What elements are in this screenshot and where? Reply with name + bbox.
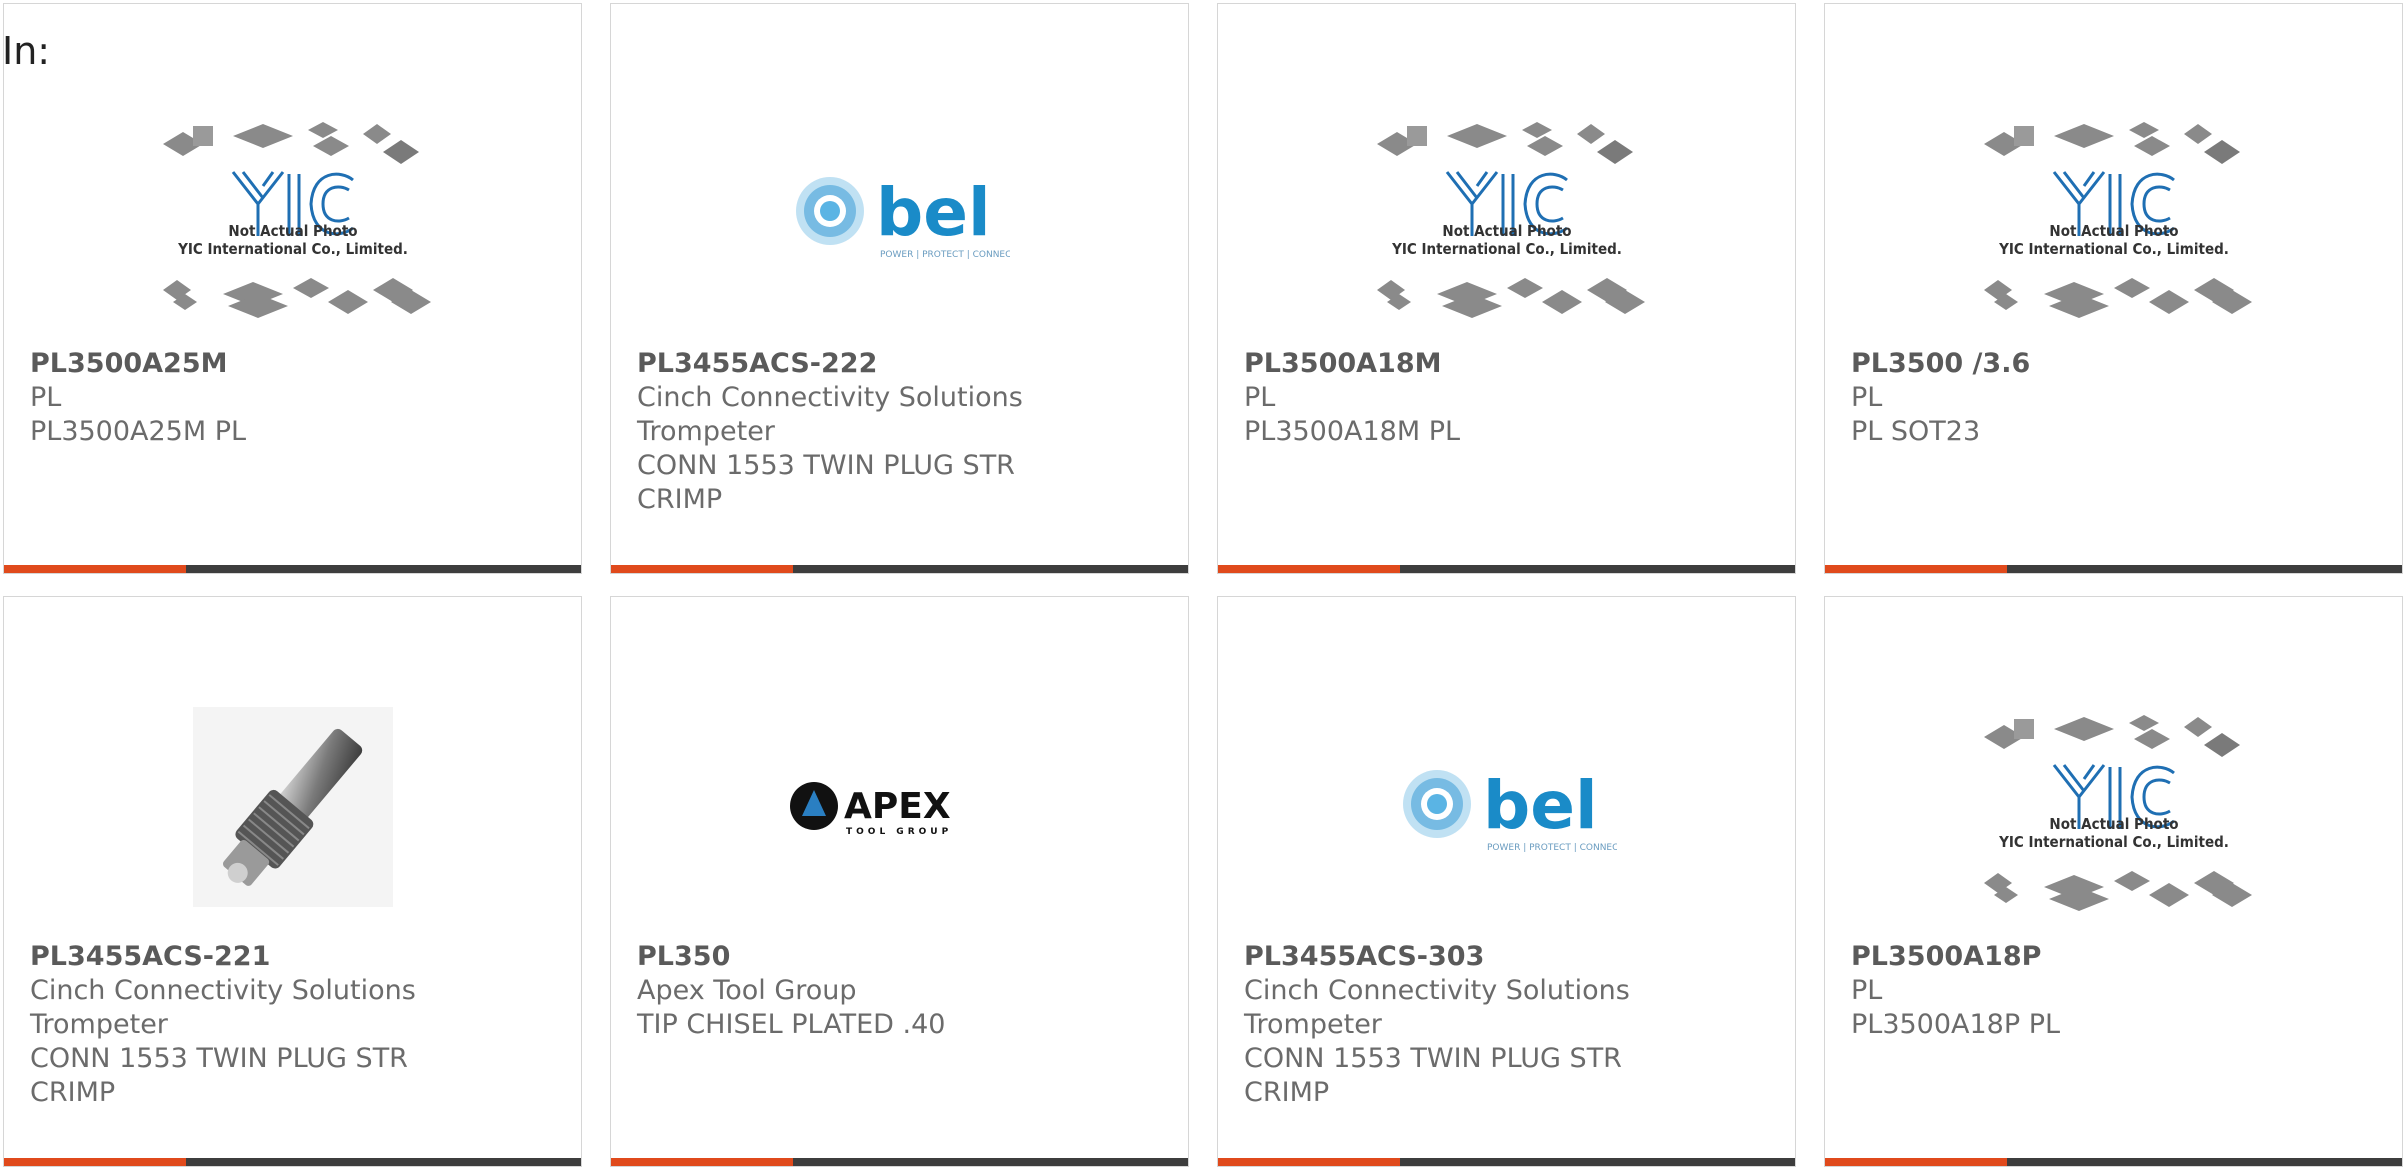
yic-placeholder-image: Not Actual Photo YIC International Co., … [153, 94, 433, 334]
product-image-placeholder[interactable]: Not Actual Photo YIC International Co., … [1915, 74, 2313, 354]
bel-logo-tagline: POWER | PROTECT | CONNECT [1487, 843, 1617, 853]
caption-line: YIC International Co., Limited. [1999, 833, 2229, 851]
product-details: PL3455ACS-222 Cinch Connectivity Solutio… [637, 347, 1168, 517]
product-grid: Not Actual Photo YIC International Co., … [3, 3, 2403, 1167]
product-card[interactable]: Not Actual Photo YIC International Co., … [1824, 3, 2403, 574]
part-number-link[interactable]: PL3455ACS-303 [1244, 940, 1775, 974]
chip-cluster-icon [1984, 122, 2252, 318]
product-details: PL3500 /3.6 PL PL SOT23 [1851, 347, 2382, 449]
manufacturer: PL [30, 382, 62, 413]
description: CONN 1553 TWIN PLUG STR [1244, 1043, 1622, 1074]
card-footer-accent [4, 565, 186, 573]
connector-photo [193, 707, 393, 907]
card-footer-accent [1218, 565, 1400, 573]
manufacturer: Cinch Connectivity Solutions [637, 382, 1023, 413]
product-card[interactable]: APEX TOOL GROUP PL350 Apex Tool Group TI… [610, 596, 1189, 1167]
yic-placeholder-image: Not Actual Photo YIC International Co., … [1367, 94, 1647, 334]
product-details: PL350 Apex Tool Group TIP CHISEL PLATED … [637, 940, 1168, 1042]
manufacturer: Cinch Connectivity Solutions [1244, 975, 1630, 1006]
product-image-apex[interactable]: APEX TOOL GROUP [701, 667, 1099, 947]
caption-line: Not Actual Photo [228, 222, 358, 240]
product-details: PL3455ACS-303 Cinch Connectivity Solutio… [1244, 940, 1775, 1110]
part-number-link[interactable]: PL3500A18P [1851, 940, 2382, 974]
placeholder-caption: Not Actual Photo YIC International Co., … [1974, 222, 2254, 258]
part-number-link[interactable]: PL3500 /3.6 [1851, 347, 2382, 381]
product-image-placeholder[interactable]: Not Actual Photo YIC International Co., … [94, 74, 492, 354]
card-footer-accent [1825, 1158, 2007, 1166]
manufacturer: PL [1851, 975, 1883, 1006]
product-card[interactable]: PL3455ACS-221 Cinch Connectivity Solutio… [3, 596, 582, 1167]
product-card[interactable]: Not Actual Photo YIC International Co., … [1824, 596, 2403, 1167]
part-number-link[interactable]: PL350 [637, 940, 1168, 974]
placeholder-caption: Not Actual Photo YIC International Co., … [1367, 222, 1647, 258]
chip-cluster-icon [1377, 122, 1645, 318]
connector-icon [193, 707, 393, 907]
bel-logo-icon: bel POWER | PROTECT | CONNECT [1403, 767, 1617, 853]
card-footer-accent [611, 1158, 793, 1166]
bel-logo-icon: bel POWER | PROTECT | CONNECT [796, 174, 1010, 260]
card-footer-accent [1825, 565, 2007, 573]
manufacturer: Cinch Connectivity Solutions [30, 975, 416, 1006]
part-number-link[interactable]: PL3455ACS-221 [30, 940, 561, 974]
placeholder-caption: Not Actual Photo YIC International Co., … [153, 222, 433, 258]
caption-line: YIC International Co., Limited. [178, 240, 408, 258]
description: PL3500A18P PL [1851, 1009, 2061, 1040]
manufacturer-sub: Trompeter [30, 1009, 168, 1040]
chip-cluster-icon [1984, 715, 2252, 911]
card-footer-accent [611, 565, 793, 573]
manufacturer-sub: Trompeter [1244, 1009, 1382, 1040]
manufacturer: Apex Tool Group [637, 975, 857, 1006]
bel-logo-text: bel [876, 174, 991, 251]
apex-logo-icon: APEX TOOL GROUP [790, 782, 952, 837]
manufacturer: PL [1851, 382, 1883, 413]
description: CRIMP [1244, 1077, 1330, 1108]
page-label: In: [2, 29, 51, 73]
part-number-link[interactable]: PL3500A18M [1244, 347, 1775, 381]
description: CRIMP [637, 484, 723, 515]
manufacturer: PL [1244, 382, 1276, 413]
caption-line: YIC International Co., Limited. [1392, 240, 1622, 258]
description: PL3500A18M PL [1244, 416, 1461, 447]
yic-placeholder-image: Not Actual Photo YIC International Co., … [1974, 687, 2254, 927]
caption-line: Not Actual Photo [2049, 222, 2179, 240]
product-image-placeholder[interactable]: Not Actual Photo YIC International Co., … [1915, 667, 2313, 947]
caption-line: YIC International Co., Limited. [1999, 240, 2229, 258]
chip-cluster-icon [163, 122, 431, 318]
caption-line: Not Actual Photo [1442, 222, 1572, 240]
yic-placeholder-image: Not Actual Photo YIC International Co., … [1974, 94, 2254, 334]
apex-logo-tagline: TOOL GROUP [846, 827, 952, 837]
card-footer-accent [4, 1158, 186, 1166]
apex-logo-text: APEX [844, 786, 951, 827]
description: CONN 1553 TWIN PLUG STR [30, 1043, 408, 1074]
product-card[interactable]: bel POWER | PROTECT | CONNECT PL3455ACS-… [1217, 596, 1796, 1167]
product-image-bel[interactable]: bel POWER | PROTECT | CONNECT [701, 74, 1099, 354]
part-number-link[interactable]: PL3455ACS-222 [637, 347, 1168, 381]
product-image-bel[interactable]: bel POWER | PROTECT | CONNECT [1308, 667, 1706, 947]
description: PL SOT23 [1851, 416, 1981, 447]
placeholder-caption: Not Actual Photo YIC International Co., … [1974, 815, 2254, 851]
product-card[interactable]: bel POWER | PROTECT | CONNECT PL3455ACS-… [610, 3, 1189, 574]
product-card[interactable]: Not Actual Photo YIC International Co., … [1217, 3, 1796, 574]
product-image-photo[interactable] [94, 667, 492, 947]
description: PL3500A25M PL [30, 416, 247, 447]
manufacturer-sub: Trompeter [637, 416, 775, 447]
product-details: PL3455ACS-221 Cinch Connectivity Solutio… [30, 940, 561, 1110]
bel-logo-text: bel [1483, 767, 1598, 844]
product-image-placeholder[interactable]: Not Actual Photo YIC International Co., … [1308, 74, 1706, 354]
description: CRIMP [30, 1077, 116, 1108]
product-details: PL3500A18M PL PL3500A18M PL [1244, 347, 1775, 449]
card-footer-accent [1218, 1158, 1400, 1166]
product-card[interactable]: Not Actual Photo YIC International Co., … [3, 3, 582, 574]
description: TIP CHISEL PLATED .40 [637, 1009, 946, 1040]
product-details: PL3500A18P PL PL3500A18P PL [1851, 940, 2382, 1042]
description: CONN 1553 TWIN PLUG STR [637, 450, 1015, 481]
product-details: PL3500A25M PL PL3500A25M PL [30, 347, 561, 449]
bel-logo-tagline: POWER | PROTECT | CONNECT [880, 250, 1010, 260]
caption-line: Not Actual Photo [2049, 815, 2179, 833]
part-number-link[interactable]: PL3500A25M [30, 347, 561, 381]
